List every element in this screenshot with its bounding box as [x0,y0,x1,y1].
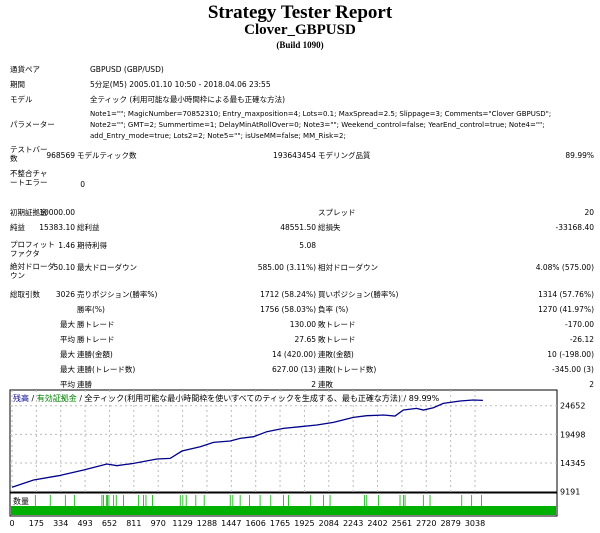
x-tick-label: 334 [53,519,68,528]
r2-av: 27.65 [294,335,316,344]
r3-b: 連敗(金額) [318,350,354,359]
volume-label: 数量 [13,496,29,506]
symbol-value: GBPUSD (GBP/USD) [90,65,164,74]
r3-pre: 最大 [60,350,75,359]
expert-name: Clover_GBPUSD [244,22,356,38]
deposit: 10000.00 [39,208,75,217]
x-tick-label: 970 [151,519,166,528]
short-label: 売りポジション(勝率%) [77,290,158,299]
legend-sep2: / [77,394,85,403]
r1-av: 130.00 [289,320,316,329]
max-dd-label: 最大ドローダウン [77,263,137,272]
gross-loss-label: 総損失 [318,223,341,232]
y-tick-label: 9191 [560,488,580,497]
r4-bv: -345.00 (3) [552,365,594,374]
rel-dd: 4.08% (575.00) [535,263,594,272]
bars-value: 968569 [46,151,75,160]
x-tick-label: 1447 [221,519,241,528]
gross-profit-label: 総利益 [77,223,100,232]
symbol-label: 通貨ペア [10,65,40,74]
x-tick-label: 2402 [367,519,387,528]
rel-dd-label: 相対ドローダウン [318,263,378,272]
spread-label: スプレッド [318,208,356,217]
r3-a: 連勝(金額) [77,350,113,359]
model-label: モデル [10,95,33,104]
gross-profit: 48551.50 [280,223,316,232]
long-label: 買いポジション(勝率%) [318,290,399,299]
r4-b: 連敗(トレード数) [318,365,377,374]
x-tick-label: 493 [77,519,92,528]
mismatch-value: 0 [80,180,85,189]
r3-av: 14 (420.00) [271,350,316,359]
y-tick-label: 24652 [560,402,585,411]
build-number: (Build 1090) [276,40,324,50]
legend-equity: 有効証拠金 [37,393,77,403]
x-tick-label: 2084 [319,519,339,528]
expected: 5.08 [299,241,316,250]
short: 1712 (58.24%) [260,290,316,299]
params-label: パラメーター [10,120,55,129]
legend-model: 全ティック(利用可能な最小時間枠を使いすべてのティックを生成する、最も正確な方法… [85,393,440,403]
total: 3026 [55,290,75,299]
x-tick-label: 1765 [270,519,290,528]
x-tick-label: 3038 [465,519,485,528]
volume-base [11,506,556,515]
r2-b: 敗トレード [318,335,356,344]
x-tick-label: 2879 [440,519,460,528]
x-tick-label: 0 [9,519,14,528]
gross-loss: -33168.40 [555,223,595,232]
r2-a: 勝トレード [77,335,115,344]
long: 1314 (57.76%) [538,290,594,299]
period-value: 5分足(M5) 2005.01.10 10:50 - 2018.04.06 23… [90,80,271,89]
quality-label: モデリング品質 [318,151,371,160]
net-label: 純益 [10,223,25,232]
period-label: 期間 [10,80,25,89]
x-tick-label: 175 [29,519,44,528]
max-dd: 585.00 (3.11%) [257,263,316,272]
balance-chart: 0 175 334 493 652 811 970 1129 1288 1447 1606 1765 1… [0,385,600,533]
abs-dd: 50.10 [53,263,75,272]
params-value: Note1=""; MagicNumber=70852310; Entry_ma… [90,110,552,140]
net: 15383.10 [39,223,75,232]
x-tick-label: 1925 [294,519,314,528]
x-tick-label: 2561 [392,519,412,528]
r4-av: 627.00 (13) [271,365,316,374]
win: 1756 (58.03%) [260,305,316,314]
r4-a: 連勝(トレード数) [77,365,136,374]
r2-pre: 平均 [60,335,75,344]
legend-sep1: / [29,394,37,403]
pf: 1.46 [58,241,75,250]
r1-a: 勝トレード [77,320,115,329]
model-value: 全ティック (利用可能な最小時間枠による最も正確な方法) [90,95,286,104]
expected-label: 期待利得 [77,241,107,250]
x-tick-label: 811 [126,519,141,528]
report-title: Strategy Tester Report [207,2,393,23]
legend-balance: 残高 [13,393,29,403]
loss: 1270 (41.97%) [538,305,594,314]
ticks-value: 193643454 [273,151,316,160]
r1-b: 敗トレード [318,320,356,329]
x-tick-label: 2243 [343,519,363,528]
r3-bv: 10 (-198.00) [547,350,594,359]
loss-label: 負率 (%) [318,305,349,314]
x-tick-label: 1606 [246,519,266,528]
x-tick-label: 1288 [197,519,217,528]
y-tick-label: 19498 [560,430,585,439]
x-tick-label: 2720 [416,519,436,528]
win-label: 勝率(%) [77,305,105,314]
chart-legend: 残高 / 有効証拠金 / 全ティック(利用可能な最小時間枠を使いすべてのティック… [13,393,440,403]
r1-bv: -170.00 [565,320,594,329]
x-tick-label: 1129 [172,519,192,528]
y-tick-label: 14345 [560,459,585,468]
ticks-label: モデルティック数 [77,151,137,160]
r4-pre: 最大 [60,365,75,374]
spread: 20 [584,208,594,217]
r1-pre: 最大 [60,320,75,329]
r2-bv: -26.12 [569,335,594,344]
quality-value: 89.99% [565,151,594,160]
x-tick-label: 652 [102,519,117,528]
